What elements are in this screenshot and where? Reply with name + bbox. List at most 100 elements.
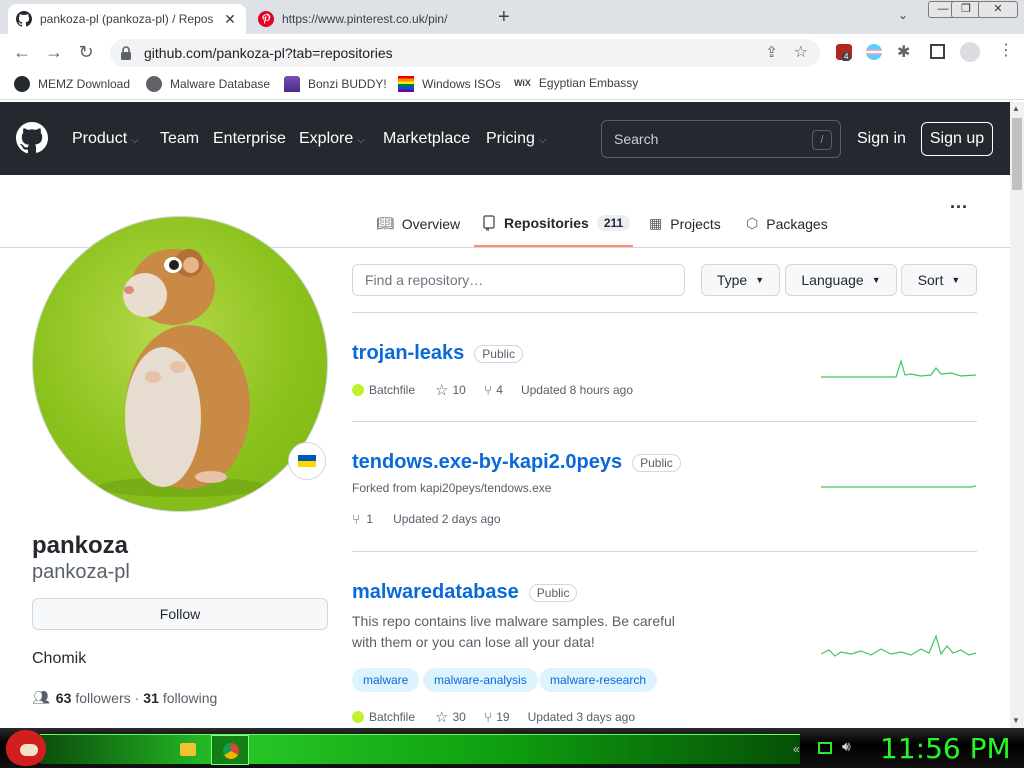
tab-projects[interactable]: ▦ Projects xyxy=(649,215,721,232)
nav-product[interactable]: Product ⌵ xyxy=(72,130,139,148)
repo-item-malwaredatabase: malwaredatabase Public xyxy=(352,581,578,604)
taskbar-chrome-icon[interactable] xyxy=(211,735,249,765)
fork-icon[interactable]: ⑂ xyxy=(484,709,492,725)
star-count[interactable]: 30 xyxy=(452,710,465,724)
tab-title: https://www.pinterest.co.uk/pin/ xyxy=(282,12,448,26)
nav-marketplace[interactable]: Marketplace xyxy=(383,130,470,148)
repo-updated: Updated 8 hours ago xyxy=(520,383,634,397)
activity-sparkline xyxy=(821,485,976,488)
following-label[interactable]: following xyxy=(163,690,217,706)
page-scrollbar[interactable] xyxy=(1010,102,1024,728)
browser-tab-pinterest[interactable]: https://www.pinterest.co.uk/pin/ xyxy=(250,4,488,34)
type-filter-button[interactable]: Type ▼ xyxy=(701,264,780,296)
tray-show-hidden-icon[interactable]: « xyxy=(793,742,800,756)
status-emoji[interactable] xyxy=(288,442,326,480)
share-icon[interactable]: ⇪ xyxy=(765,43,778,61)
network-icon[interactable] xyxy=(818,742,832,754)
more-options-icon[interactable]: ··· xyxy=(950,197,968,218)
topic-tag[interactable]: malware xyxy=(352,668,420,692)
sign-in-link[interactable]: Sign in xyxy=(857,130,906,148)
scroll-down-icon[interactable]: ▼ xyxy=(1012,716,1020,725)
bookmark-memz[interactable]: MEMZ Download xyxy=(14,76,130,92)
chevron-down-icon: ⌵ xyxy=(538,135,547,146)
close-window-button[interactable]: ✕ xyxy=(978,1,1018,18)
taskbar-clock[interactable]: 11:56 PM xyxy=(880,732,1011,765)
reload-icon[interactable]: ↻ xyxy=(76,42,96,62)
bookmark-label: Bonzi BUDDY! xyxy=(308,77,387,91)
back-icon[interactable]: ← xyxy=(12,42,32,62)
followers-count[interactable]: 63 xyxy=(56,690,72,706)
fork-icon[interactable]: ⑂ xyxy=(484,382,492,398)
star-icon[interactable]: ☆ xyxy=(435,381,448,399)
avatar[interactable] xyxy=(32,216,328,512)
bookmark-windows-isos[interactable]: Windows ISOs xyxy=(398,76,501,92)
forked-from-text[interactable]: Forked from kapi20peys/tendows.exe xyxy=(352,481,551,495)
sign-up-button[interactable]: Sign up xyxy=(921,122,993,156)
repo-language: Batchfile xyxy=(369,383,416,397)
repo-item-tendows: tendows.exe-by-kapi2.0peys Public xyxy=(352,451,681,474)
star-icon[interactable]: ☆ xyxy=(435,708,448,726)
side-panel-icon[interactable] xyxy=(930,44,945,59)
github-logo-icon[interactable] xyxy=(16,122,48,154)
repo-name-link[interactable]: trojan-leaks xyxy=(352,342,464,365)
ublock-extension-icon[interactable]: 4 xyxy=(836,44,852,61)
browser-tab-github[interactable]: pankoza-pl (pankoza-pl) / Repos ✕ xyxy=(8,4,246,34)
star-count[interactable]: 10 xyxy=(452,383,465,397)
browser-toolbar: ← → ↻ github.com/pankoza-pl?tab=reposito… xyxy=(0,34,1024,70)
tab-label: Packages xyxy=(766,215,828,232)
volume-icon[interactable]: 🔊︎ xyxy=(842,738,851,755)
topic-tag[interactable]: malware-analysis xyxy=(423,668,538,692)
followers-label[interactable]: followers xyxy=(75,690,130,706)
puzzle-extensions-icon[interactable]: ✱ xyxy=(897,42,910,62)
close-tab-icon[interactable]: ✕ xyxy=(222,11,238,28)
caret-down-icon: ▼ xyxy=(755,275,765,285)
repo-name-link[interactable]: malwaredatabase xyxy=(352,581,519,604)
tab-overview[interactable]: 📖︎ Overview xyxy=(376,215,460,232)
forward-icon[interactable]: → xyxy=(44,42,64,62)
profile-login: pankoza-pl xyxy=(32,561,130,583)
bookmark-malware-database[interactable]: Malware Database xyxy=(146,76,270,92)
follow-button[interactable]: Follow xyxy=(32,598,328,630)
pride-extension-icon[interactable] xyxy=(866,44,882,60)
nav-pricing[interactable]: Pricing ⌵ xyxy=(486,130,547,148)
tab-repositories[interactable]: Repositories 211 xyxy=(482,215,631,231)
tab-label: Repositories xyxy=(504,215,589,231)
repo-name-link[interactable]: tendows.exe-by-kapi2.0peys xyxy=(352,451,622,474)
browser-menu-icon[interactable]: ⋮ xyxy=(998,40,1014,60)
nav-label: Product xyxy=(72,130,128,147)
tab-search-chevron-icon[interactable]: ⌄ xyxy=(898,8,908,22)
tab-packages[interactable]: ⬡ Packages xyxy=(746,215,828,232)
nav-explore[interactable]: Explore ⌵ xyxy=(299,130,365,148)
nav-team[interactable]: Team xyxy=(160,130,199,148)
language-filter-button[interactable]: Language ▼ xyxy=(785,264,897,296)
taskbar-explorer-icon[interactable] xyxy=(172,735,210,765)
repo-item-trojan-leaks: trojan-leaks Public xyxy=(352,342,523,365)
bonzi-icon xyxy=(284,76,300,92)
address-bar[interactable]: github.com/pankoza-pl?tab=repositories ⇪… xyxy=(110,39,820,67)
chevron-down-icon: ⌵ xyxy=(357,135,365,146)
find-repository-input[interactable]: Find a repository… xyxy=(352,264,685,296)
fork-count[interactable]: 1 xyxy=(366,512,373,526)
scrollbar-thumb[interactable] xyxy=(1012,118,1022,190)
fork-icon[interactable]: ⑂ xyxy=(352,511,360,527)
divider xyxy=(352,551,977,552)
sort-filter-button[interactable]: Sort ▼ xyxy=(901,264,977,296)
bookmark-bonzi-buddy[interactable]: Bonzi BUDDY! xyxy=(284,76,387,92)
start-button-angry-bird-icon[interactable] xyxy=(6,730,46,766)
profile-avatar-icon[interactable] xyxy=(960,42,980,62)
bookmark-egyptian-embassy[interactable]: WiX Egyptian Embassy xyxy=(514,76,638,90)
people-icon: 👥︎ xyxy=(32,689,50,705)
tab-title: pankoza-pl (pankoza-pl) / Repos xyxy=(40,12,214,26)
nav-enterprise[interactable]: Enterprise xyxy=(213,130,286,148)
fork-count[interactable]: 19 xyxy=(496,710,509,724)
scroll-up-icon[interactable]: ▲ xyxy=(1012,104,1020,113)
bookmark-star-icon[interactable]: ☆ xyxy=(794,42,808,62)
bookmarks-bar: MEMZ Download Malware Database Bonzi BUD… xyxy=(0,70,1024,100)
topic-tag[interactable]: malware-research xyxy=(539,668,658,692)
fork-count[interactable]: 4 xyxy=(496,383,503,397)
new-tab-button[interactable]: + xyxy=(498,6,510,29)
restore-button[interactable]: ❐ xyxy=(951,1,981,18)
github-search-input[interactable]: Search / xyxy=(601,120,841,158)
following-count[interactable]: 31 xyxy=(143,690,159,706)
visibility-badge: Public xyxy=(632,453,681,472)
